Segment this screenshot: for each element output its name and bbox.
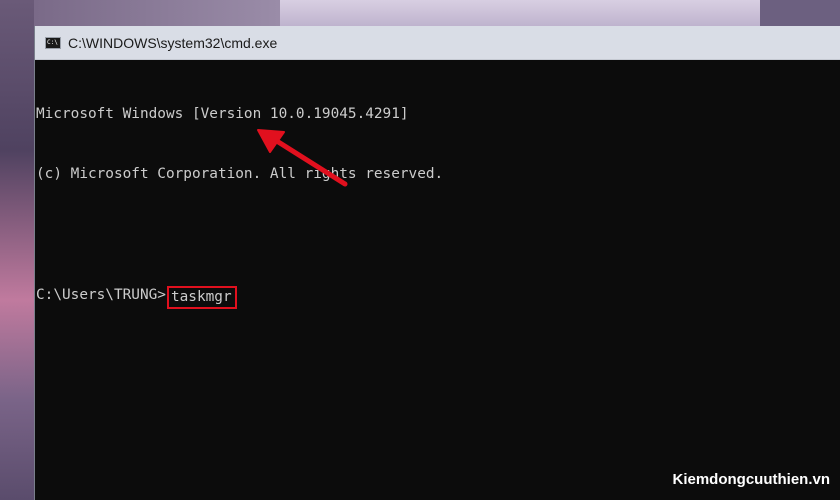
wallpaper-left: [0, 0, 34, 500]
command-highlight-box: taskmgr: [166, 286, 237, 309]
console-line-prompt: C:\Users\TRUNG> taskmgr: [36, 284, 840, 309]
wallpaper-top-mid: [34, 0, 280, 26]
console-line-version: Microsoft Windows [Version 10.0.19045.42…: [36, 106, 409, 122]
command-prompt: C:\Users\TRUNG>: [36, 287, 166, 303]
cmd-icon-label: C:\: [47, 38, 58, 46]
title-bar[interactable]: C:\ C:\WINDOWS\system32\cmd.exe: [35, 26, 840, 60]
console-output[interactable]: Microsoft Windows [Version 10.0.19045.42…: [35, 60, 840, 344]
window-title: C:\WINDOWS\system32\cmd.exe: [68, 34, 278, 51]
wallpaper-top-light: [280, 0, 760, 26]
watermark: Kiemdongcuuthien.vn: [672, 471, 831, 488]
console-line-copyright: (c) Microsoft Corporation. All rights re…: [36, 166, 444, 182]
command-text: taskmgr: [170, 289, 232, 305]
wallpaper-top-dark: [760, 0, 840, 26]
red-arrow-icon: [257, 129, 348, 187]
cmd-icon[interactable]: C:\: [45, 36, 61, 49]
cmd-window[interactable]: C:\ C:\WINDOWS\system32\cmd.exe Microsof…: [34, 26, 840, 500]
